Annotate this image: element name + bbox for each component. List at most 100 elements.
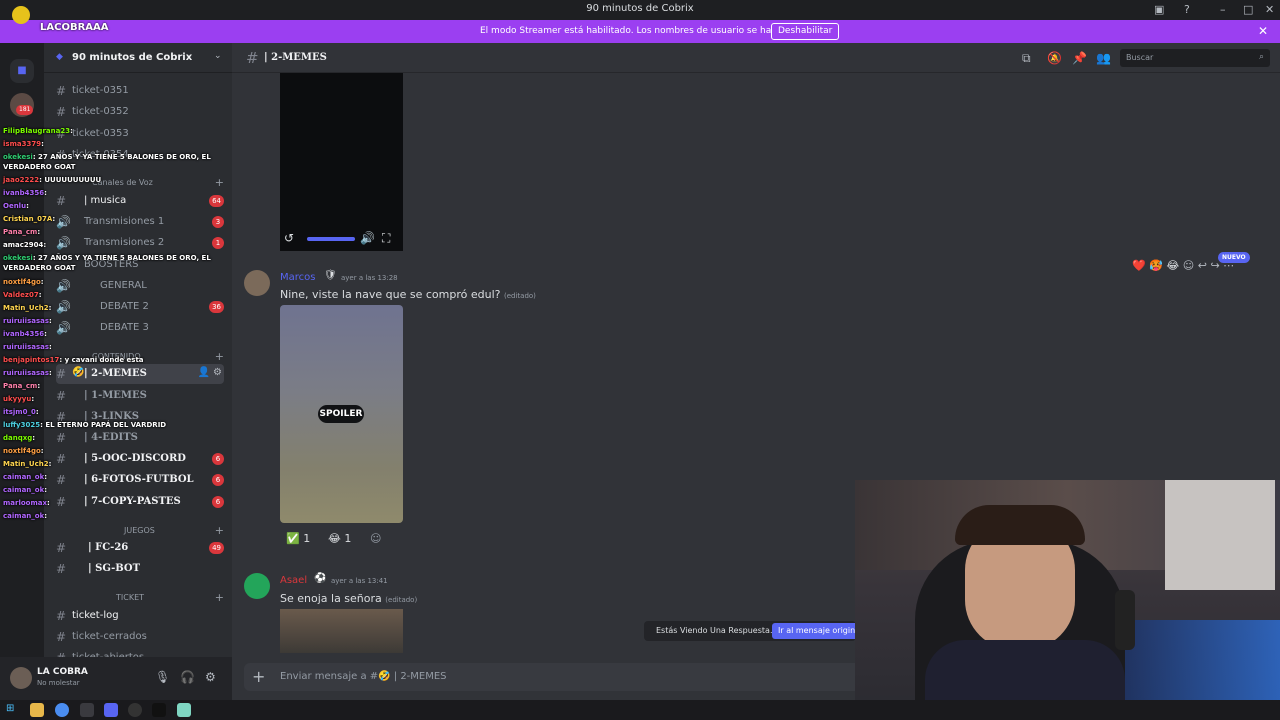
add-channel-icon[interactable]: + [215, 176, 224, 189]
threads-icon[interactable]: ⧉ [1022, 51, 1031, 66]
gear-icon[interactable]: ⚙ [213, 367, 222, 378]
category-ticket[interactable]: TICKET + [56, 591, 224, 604]
chat-line: Oenlu: [3, 202, 29, 210]
maximize-button[interactable]: □ [1243, 3, 1253, 16]
chat-line: VERDADERO GOAT [3, 163, 75, 171]
chat-text: : EL ETERNO PAPÁ DEL VARDRID [40, 421, 167, 429]
inbox-icon[interactable]: ▣ [1154, 3, 1164, 16]
chat-user: danqxg [3, 434, 33, 442]
heart-reaction-icon[interactable]: ❤️ [1132, 259, 1146, 272]
chat-text: : [40, 447, 44, 455]
channel-label: ticket-log [72, 610, 119, 621]
hash-icon: # [56, 609, 67, 623]
channel-ticket-cerrados[interactable]: # ticket-cerrados [56, 627, 224, 647]
chat-user: Matin_Uch2 [3, 304, 49, 312]
minimize-button[interactable]: – [1220, 3, 1226, 16]
chevron-down-icon[interactable]: ⌄ [214, 51, 222, 61]
reaction-check[interactable]: ✅ 1 [282, 530, 314, 550]
chat-text: : [49, 343, 52, 351]
jump-to-message-button[interactable]: Ir al mensaje original [772, 623, 869, 639]
chat-line: noxtlf4go: [3, 278, 44, 286]
gear-icon[interactable]: ⚙ [205, 670, 216, 684]
rail-badge: 181 [16, 105, 34, 115]
more-icon[interactable]: ⋯ [1223, 259, 1234, 272]
hash-icon: # [56, 84, 67, 98]
chat-line: ukyyyu: [3, 395, 34, 403]
search-input[interactable]: Buscar ⌕ [1120, 49, 1270, 67]
message-author[interactable]: Asael [280, 575, 307, 586]
channel-ticket-log[interactable]: # ticket-log [56, 606, 224, 626]
chat-user: luffy3025 [3, 421, 41, 429]
server-name: 90 minutos de Cobrix [72, 52, 193, 63]
discord-icon[interactable] [104, 703, 118, 717]
app-icon[interactable] [80, 703, 94, 717]
reaction-emoji: 😂 [328, 532, 341, 545]
obs-icon[interactable] [128, 703, 142, 717]
channel-label: | FC-26 [88, 542, 129, 553]
file-explorer-icon[interactable] [30, 703, 44, 717]
fullscreen-icon[interactable]: ⛶ [382, 231, 390, 246]
chat-user: FilipBlaugrana23 [3, 127, 71, 135]
reply-banner-text: Estás Viendo Una Respuesta. [656, 626, 773, 635]
add-channel-icon[interactable]: + [215, 350, 224, 363]
add-channel-icon[interactable]: + [215, 524, 224, 537]
streamer-name: LACOBRAAA [40, 22, 109, 33]
spoiler-image[interactable]: SPOILER [280, 305, 403, 523]
chat-line: ivanb4356: [3, 189, 47, 197]
chat-user: ivanb4356 [3, 189, 45, 197]
video-embed[interactable] [280, 73, 403, 251]
headphones-icon[interactable]: 🎧 [180, 670, 195, 684]
hash-icon: # [246, 49, 259, 67]
category-juegos[interactable]: JUEGOS + [56, 524, 224, 537]
channel-ticket-abiertos[interactable]: #ticket-abiertos [56, 648, 224, 657]
emoji-reaction-icon[interactable]: 🥵 [1149, 259, 1163, 272]
chat-user: caiman_ok [3, 473, 45, 481]
add-channel-icon[interactable]: + [215, 591, 224, 604]
channel-ticket-0351[interactable]: # ticket-0351 [56, 81, 224, 101]
disable-streamer-button[interactable]: Deshabilitar [771, 23, 840, 40]
windows-start-icon[interactable]: ⊞ [6, 703, 14, 714]
channel-ticket-0352[interactable]: # ticket-0352 [56, 102, 224, 122]
app-icon[interactable] [177, 703, 191, 717]
replay-icon[interactable]: ↺ [284, 231, 294, 245]
hash-icon: # [56, 562, 67, 576]
emoji-reaction-icon[interactable]: 😂 [1166, 259, 1179, 272]
channel-sg-bot[interactable]: # | SG-BOT [56, 559, 224, 579]
chat-line: Pana_cm: [3, 228, 40, 236]
chat-line: okekesi: 27 AÑOS Y YA TIENE 5 BALONES DE… [3, 254, 211, 262]
chat-user: benjapintos17 [3, 356, 60, 364]
message-author[interactable]: Marcos [280, 272, 315, 283]
unread-badge: 6 [212, 453, 224, 465]
add-reaction-icon[interactable]: ☺ [1183, 259, 1194, 272]
add-reaction-icon[interactable]: ☺ [366, 530, 385, 550]
direct-messages-icon[interactable]: ■ [10, 59, 34, 83]
forward-icon[interactable]: ↪ [1210, 259, 1219, 272]
pin-icon[interactable]: 📌 [1072, 51, 1087, 65]
category-label: JUEGOS [124, 526, 155, 535]
avatar[interactable] [10, 667, 32, 689]
notification-bell-icon[interactable]: 🔕 [1047, 51, 1062, 65]
attach-icon[interactable]: + [252, 667, 265, 686]
message-text: Nine, viste la nave que se compró edul? … [280, 288, 536, 301]
reaction-laugh[interactable]: 😂 1 [324, 530, 355, 550]
avatar[interactable] [244, 270, 270, 296]
channel-fc-26[interactable]: # | FC-26 49 [56, 538, 224, 558]
volume-slider[interactable] [307, 237, 355, 241]
app-icon[interactable] [152, 703, 166, 717]
chat-text: : [35, 408, 39, 416]
volume-icon[interactable]: 🔊 [360, 231, 375, 245]
server-header[interactable]: ◆ 90 minutos de Cobrix ⌄ [44, 43, 232, 73]
microphone-icon[interactable]: 🎙 [155, 670, 170, 684]
chat-text: : 27 AÑOS Y YA TIENE 5 BALONES DE ORO, E… [32, 254, 211, 262]
message-image[interactable] [280, 609, 403, 653]
members-icon[interactable]: 👥 [1096, 51, 1111, 65]
close-window-button[interactable]: ✕ [1265, 3, 1274, 16]
close-icon[interactable]: ✕ [1258, 24, 1268, 38]
chrome-icon[interactable] [55, 703, 69, 717]
reply-icon[interactable]: ↩ [1198, 259, 1207, 272]
chat-line: Matin_Uch2: [3, 460, 51, 468]
message-timestamp: ayer a las 13:28 [341, 274, 398, 282]
avatar[interactable] [244, 573, 270, 599]
chat-user: Oenlu [3, 202, 27, 210]
help-icon[interactable]: ? [1184, 3, 1190, 16]
